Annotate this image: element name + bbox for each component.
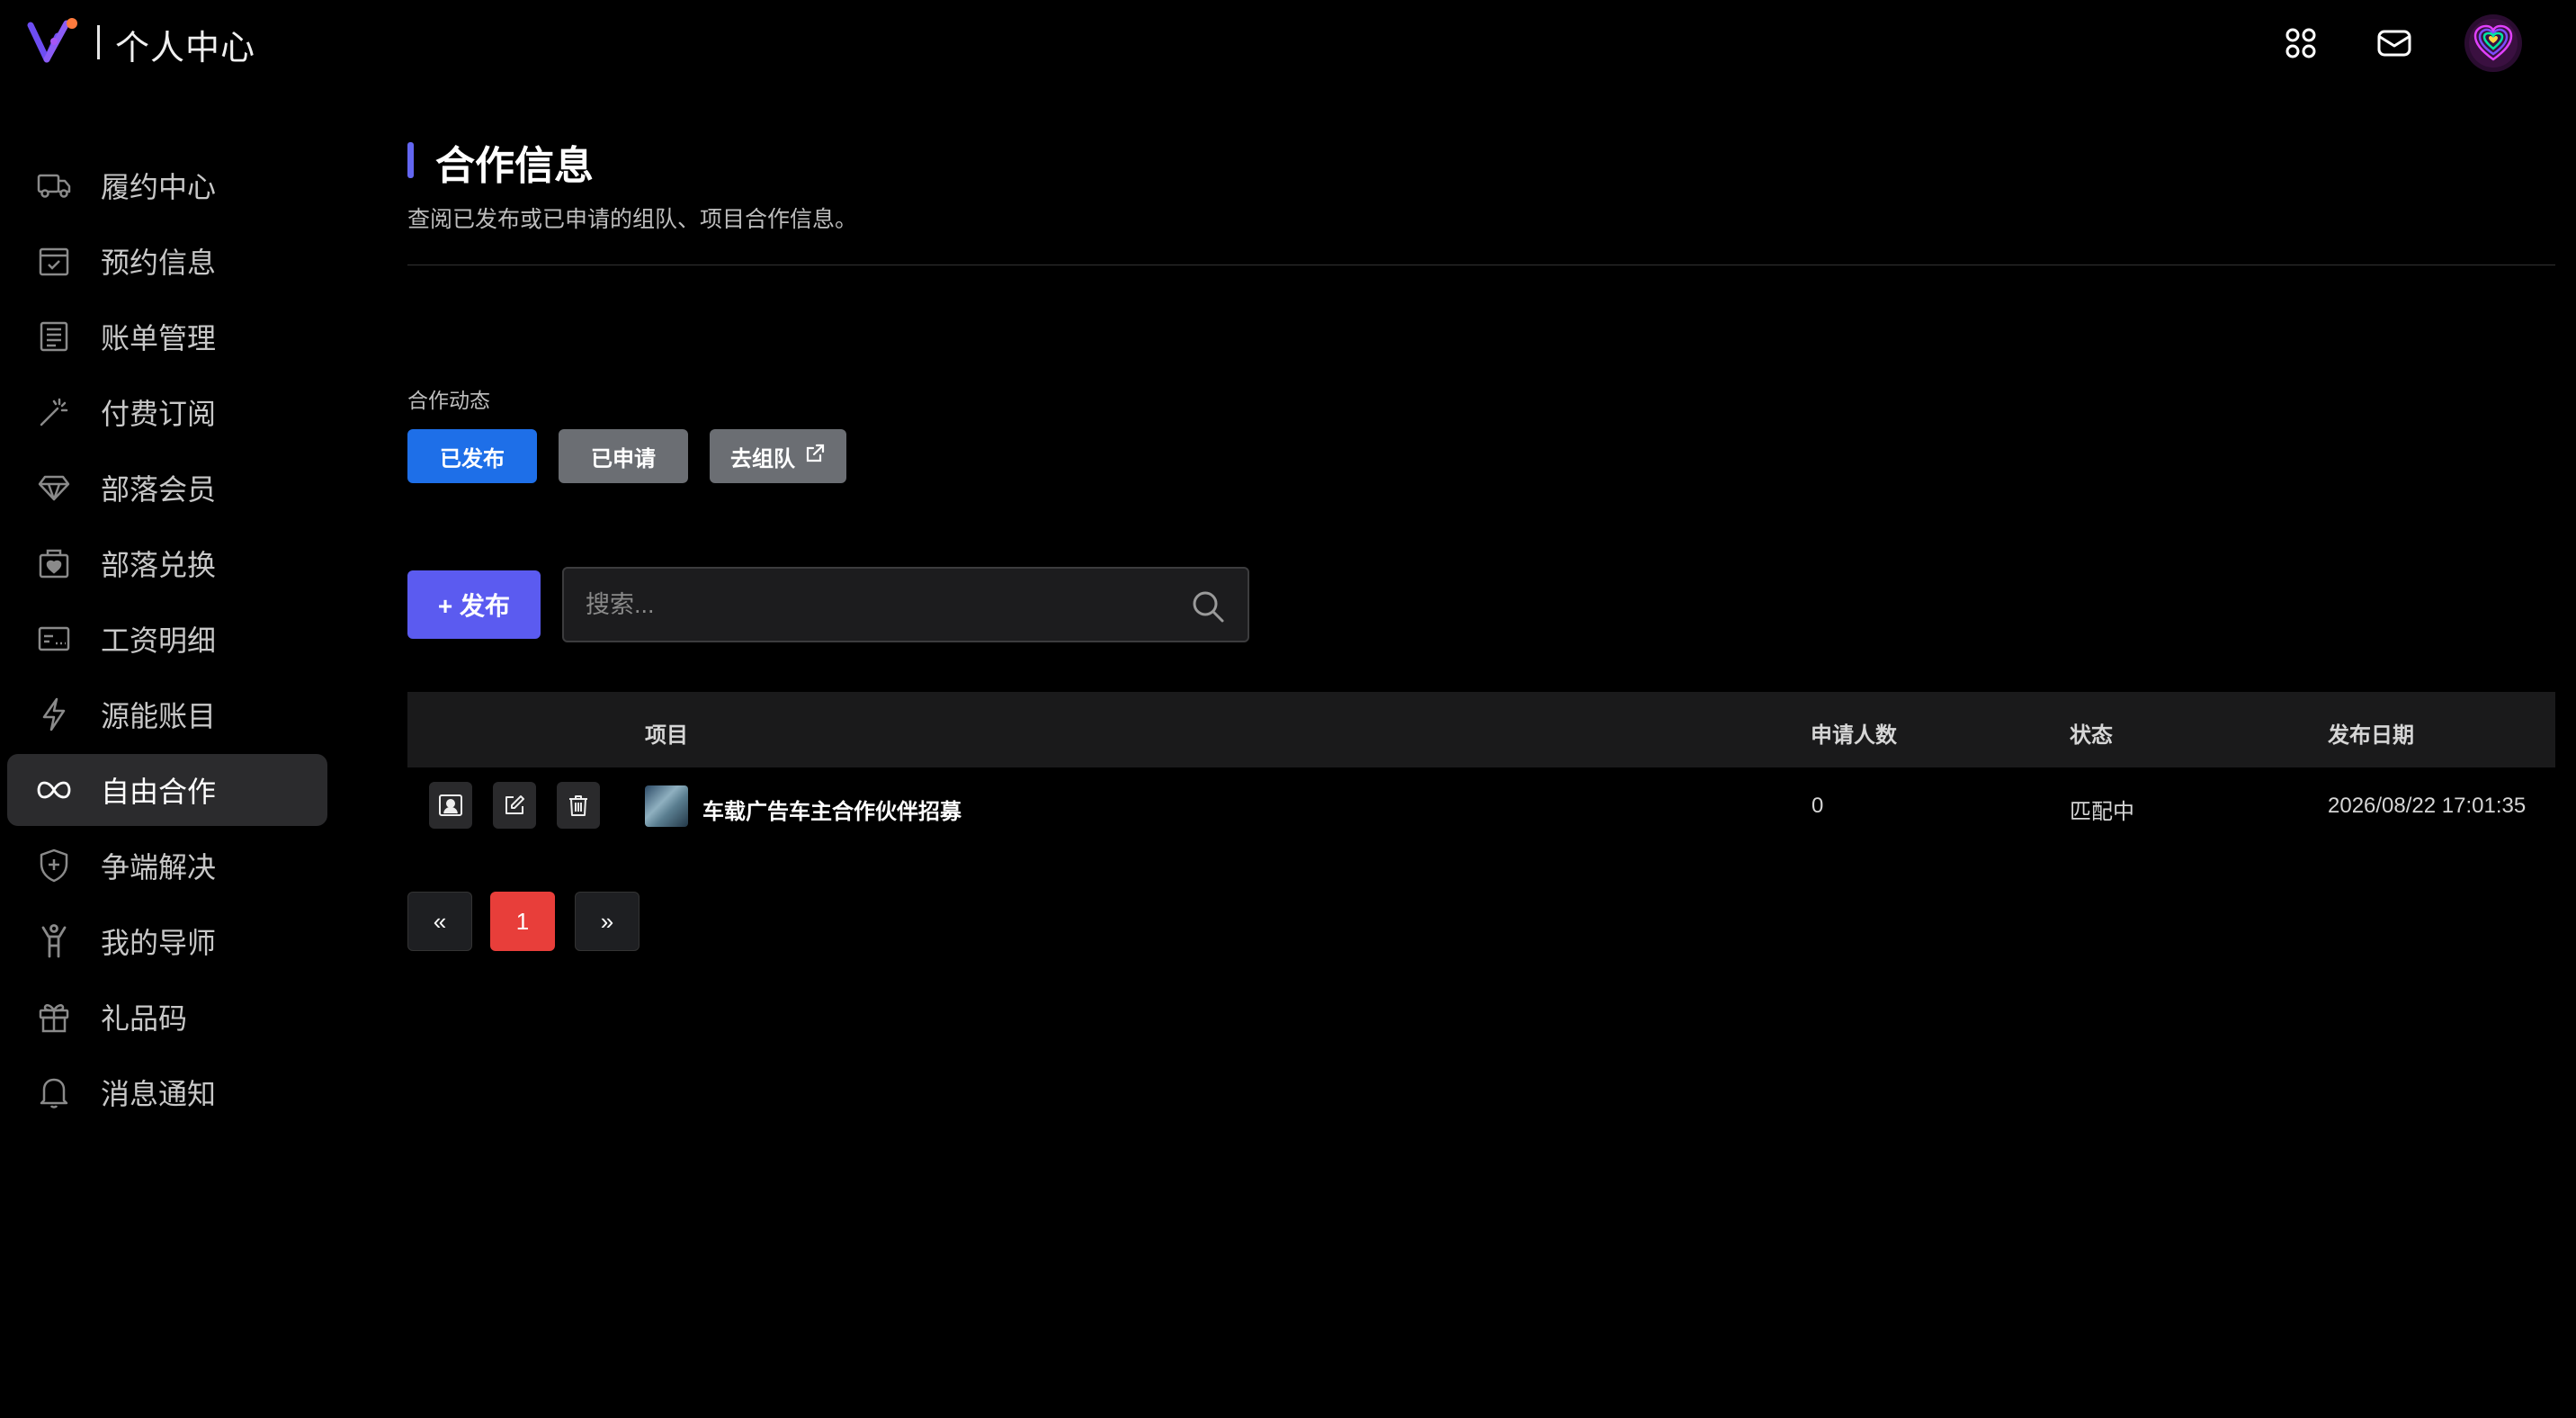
sidebar-item-label: 争端解决 [101,851,217,884]
page-title: 合作信息 [435,144,594,188]
tab-applied[interactable]: 已申请 [559,429,688,483]
sidebar-item-label: 礼品码 [101,1002,188,1035]
diamond-icon [34,468,74,507]
sidebar-item-label: 履约中心 [101,171,217,203]
pagination-page-number: 1 [515,907,530,935]
sidebar-item-free-cooperation[interactable]: 自由合作 [7,754,327,826]
sidebar-item-label: 预约信息 [101,247,217,279]
publish-button-label: + 发布 [437,592,511,620]
mail-icon[interactable] [2371,20,2418,67]
column-header-applicants: 申请人数 [1811,723,1897,748]
bell-icon [34,1072,74,1112]
sidebar-item-fulfillment[interactable]: 履约中心 [7,149,327,221]
edit-icon[interactable] [493,782,536,829]
app-title: 个人中心 [115,30,256,67]
search-box [562,567,1249,642]
sidebar-item-label: 部落兑换 [101,549,217,581]
tab-published[interactable]: 已发布 [407,429,537,483]
tab-label: 已申请 [591,446,656,471]
section-label: 合作动态 [407,389,490,412]
sidebar-item-label: 部落会员 [101,473,217,506]
sidebar-item-mentor[interactable]: 我的导师 [7,905,327,977]
payslip-card-icon [34,619,74,659]
sidebar-item-dispute[interactable]: 争端解决 [7,830,327,902]
sidebar-item-label: 账单管理 [101,322,217,354]
logo-icon[interactable] [27,16,85,68]
person-raised-arms-icon [34,921,74,961]
table-row: 车载广告车主合作伙伴招募 0 匹配中 2026/08/22 17:01:35 [407,767,2555,843]
logo-separator [97,25,100,59]
search-icon[interactable] [1190,588,1226,624]
sidebar-item-label: 付费订阅 [101,398,217,430]
sidebar-item-label: 消息通知 [101,1078,217,1110]
sidebar-item-tribe-member[interactable]: 部落会员 [7,452,327,524]
infinity-icon [34,770,74,810]
sidebar-item-label: 我的导师 [101,927,217,959]
view-applicants-button[interactable] [429,782,472,829]
tab-go-team[interactable]: 去组队 [710,429,846,483]
gift-box-heart-icon [34,543,74,583]
external-link-icon [804,443,826,471]
publish-button[interactable]: + 发布 [407,570,541,639]
sidebar-item-gift-code[interactable]: 礼品码 [7,981,327,1053]
apps-icon[interactable] [2277,20,2324,67]
pagination-next-button[interactable]: » [575,892,640,951]
page-description: 查阅已发布或已申请的组队、项目合作信息。 [407,207,858,232]
tab-label: 去组队 [730,446,795,471]
sidebar-item-salary[interactable]: 工资明细 [7,603,327,675]
table-header: 项目 申请人数 状态 发布日期 [407,692,2555,767]
column-header-project: 项目 [645,723,688,748]
pagination-prev-button[interactable]: « [407,892,472,951]
sidebar-item-notifications[interactable]: 消息通知 [7,1056,327,1128]
project-title[interactable]: 车载广告车主合作伙伴招募 [702,794,962,825]
delete-icon[interactable] [557,782,600,829]
tab-label: 已发布 [440,446,505,471]
sidebar-item-label: 源能账目 [101,700,217,732]
calendar-check-icon [34,241,74,281]
sidebar-item-billing[interactable]: 账单管理 [7,301,327,372]
column-header-status: 状态 [2070,723,2113,748]
pagination-next-label: » [600,907,614,935]
status-text: 匹配中 [2070,800,2134,824]
title-accent-bar [407,142,414,178]
receipt-icon [34,317,74,356]
lightning-icon [34,695,74,734]
pagination-prev-label: « [433,907,447,935]
truck-icon [34,166,74,205]
column-header-date: 发布日期 [2328,723,2414,748]
sidebar-item-subscription[interactable]: 付费订阅 [7,376,327,448]
publish-date: 2026/08/22 17:01:35 [2328,794,2527,818]
sidebar-item-tribe-exchange[interactable]: 部落兑换 [7,527,327,599]
magic-wand-icon [34,392,74,432]
avatar[interactable] [2464,14,2522,72]
sidebar-item-energy-ledger[interactable]: 源能账目 [7,678,327,750]
pagination-current-page[interactable]: 1 [490,892,555,951]
project-thumbnail [645,785,688,827]
search-input[interactable] [586,585,1170,624]
sidebar-item-label: 自由合作 [101,776,217,808]
gift-icon [34,997,74,1037]
sidebar-item-label: 工资明细 [101,624,217,657]
shield-plus-icon [34,846,74,885]
top-bar: 个人中心 [0,0,2576,86]
applicant-count: 0 [1811,794,1824,818]
sidebar-item-appointments[interactable]: 预约信息 [7,225,327,297]
